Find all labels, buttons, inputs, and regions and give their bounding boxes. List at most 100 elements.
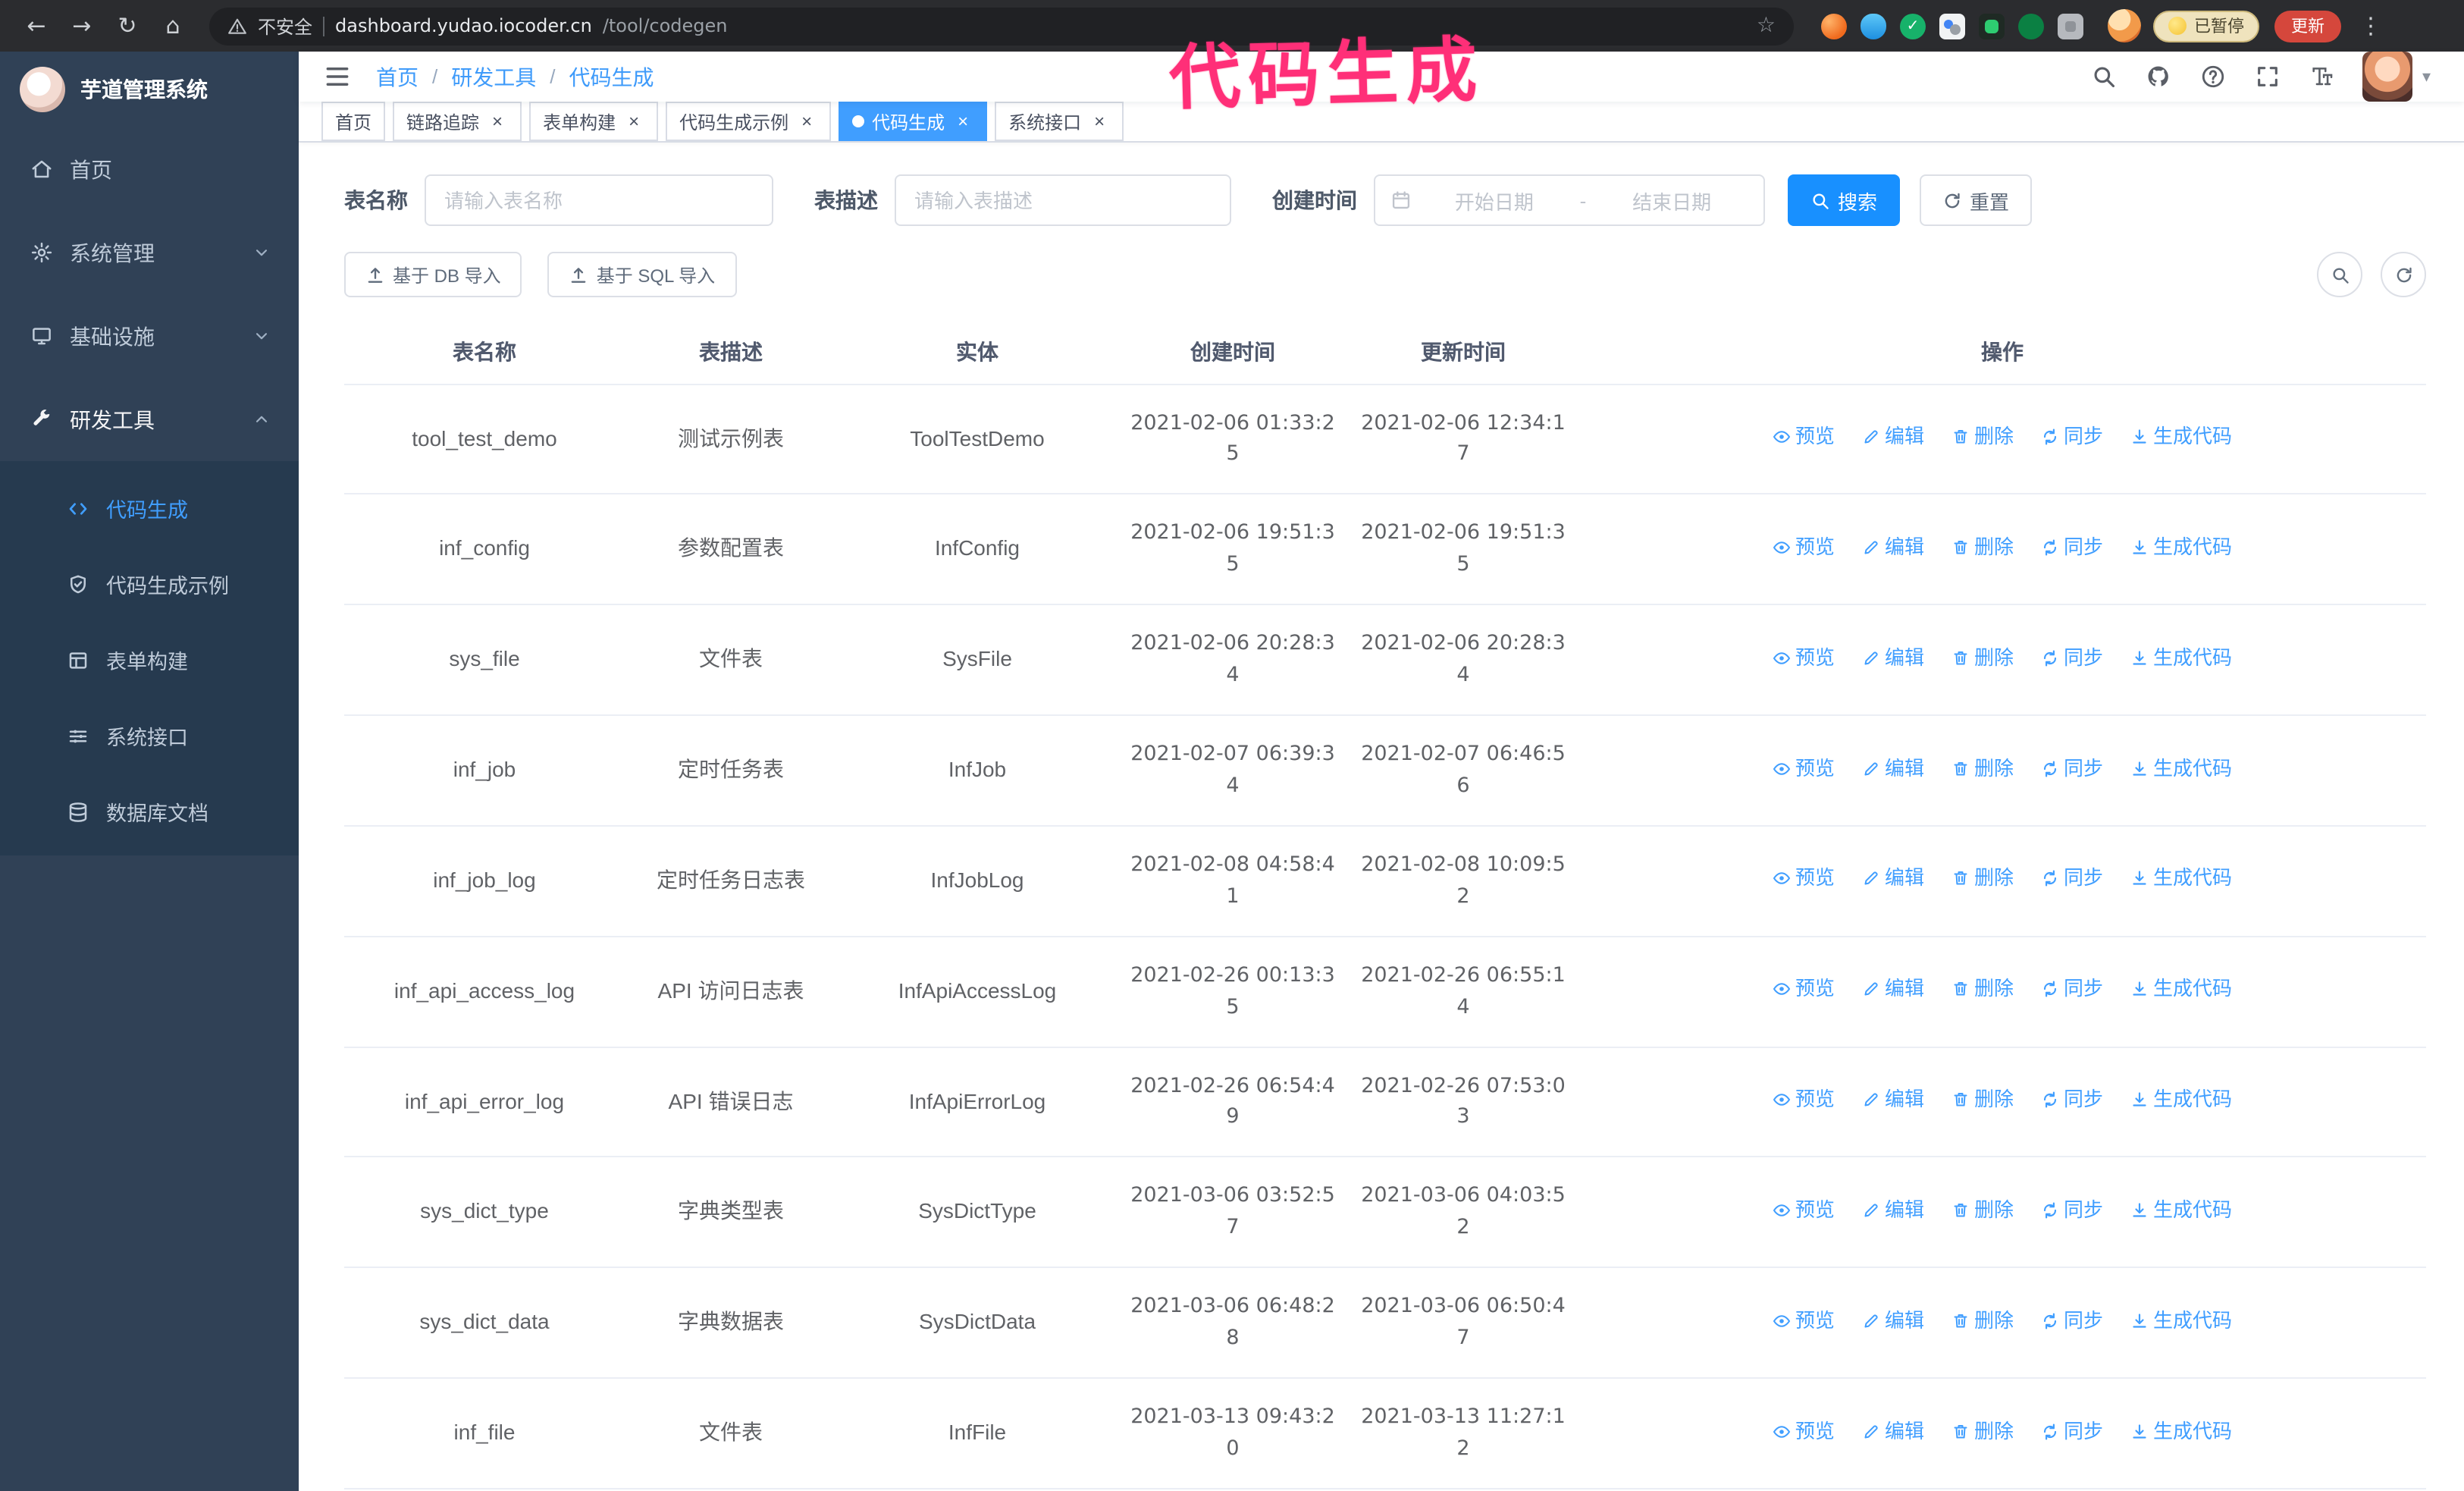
action-edit-link[interactable]: 编辑 [1862,864,1924,894]
create-time-range-picker[interactable]: 开始日期 - 结束日期 [1374,174,1765,226]
close-icon[interactable]: × [796,111,817,132]
people-extension-icon[interactable] [1939,13,1965,39]
search-icon[interactable] [2092,64,2118,89]
browser-forward-button[interactable]: → [61,5,103,47]
app-logo[interactable]: 芋道管理系统 [0,52,299,127]
action-sync-link[interactable]: 同步 [2041,1416,2103,1446]
action-sync-link[interactable]: 同步 [2041,753,2103,783]
action-edit-link[interactable]: 编辑 [1862,1085,1924,1115]
action-eye-link[interactable]: 预览 [1773,864,1835,894]
action-download-link[interactable]: 生成代码 [2130,1416,2232,1446]
breadcrumb-item[interactable]: 研发工具 [451,61,536,92]
sidebar-subitem-codegen-example[interactable]: 代码生成示例 [0,546,299,622]
action-download-link[interactable]: 生成代码 [2130,1306,2232,1336]
action-edit-link[interactable]: 编辑 [1862,422,1924,452]
action-download-link[interactable]: 生成代码 [2130,975,2232,1005]
browser-back-button[interactable]: ← [15,5,58,47]
sidebar-subitem-system-api[interactable]: 系统接口 [0,698,299,774]
action-eye-link[interactable]: 预览 [1773,1416,1835,1446]
action-download-link[interactable]: 生成代码 [2130,753,2232,783]
hamburger-icon[interactable] [323,62,352,91]
fox-extension-icon[interactable] [1821,13,1847,39]
breadcrumb-item[interactable]: 代码生成 [569,61,654,92]
search-button[interactable]: 搜索 [1788,174,1901,226]
drop-extension-icon[interactable] [1861,13,1886,39]
action-edit-link[interactable]: 编辑 [1862,1416,1924,1446]
action-download-link[interactable]: 生成代码 [2130,864,2232,894]
fullscreen-icon[interactable] [2256,64,2281,89]
action-edit-link[interactable]: 编辑 [1862,1195,1924,1226]
action-eye-link[interactable]: 预览 [1773,532,1835,563]
action-eye-link[interactable]: 预览 [1773,1195,1835,1226]
browser-menu-icon[interactable]: ⋮ [2353,12,2388,39]
import-db-button[interactable]: 基于 DB 导入 [344,252,522,297]
browser-home-button[interactable]: ⌂ [152,5,194,47]
close-icon[interactable]: × [1089,111,1110,132]
user-menu[interactable]: ▾ [2362,52,2431,102]
action-download-link[interactable]: 生成代码 [2130,532,2232,563]
github-icon[interactable] [2146,64,2172,89]
action-download-link[interactable]: 生成代码 [2130,642,2232,673]
sidebar-item-infra[interactable]: 基础设施 [0,294,299,378]
action-trash-link[interactable]: 删除 [1951,1306,2014,1336]
action-edit-link[interactable]: 编辑 [1862,642,1924,673]
action-trash-link[interactable]: 删除 [1951,1085,2014,1115]
action-sync-link[interactable]: 同步 [2041,864,2103,894]
bookmark-star-icon[interactable]: ☆ [1757,14,1776,38]
action-download-link[interactable]: 生成代码 [2130,422,2232,452]
close-icon[interactable]: × [623,111,644,132]
action-edit-link[interactable]: 编辑 [1862,1306,1924,1336]
action-download-link[interactable]: 生成代码 [2130,1195,2232,1226]
browser-reload-button[interactable]: ↻ [106,5,149,47]
action-eye-link[interactable]: 预览 [1773,753,1835,783]
import-sql-button[interactable]: 基于 SQL 导入 [547,252,737,297]
action-trash-link[interactable]: 删除 [1951,1195,2014,1226]
action-download-link[interactable]: 生成代码 [2130,1085,2232,1115]
address-bar[interactable]: 不安全 dashboard.yudao.iocoder.cn/tool/code… [209,7,1794,45]
action-sync-link[interactable]: 同步 [2041,975,2103,1005]
action-sync-link[interactable]: 同步 [2041,1195,2103,1226]
close-icon[interactable]: × [487,111,508,132]
browser-profile-avatar[interactable] [2108,9,2141,42]
action-eye-link[interactable]: 预览 [1773,422,1835,452]
sidebar-subitem-codegen[interactable]: 代码生成 [0,470,299,546]
check-extension-icon[interactable] [1900,13,1926,39]
refresh-table-button[interactable] [2381,252,2426,297]
tab-item[interactable]: 代码生成示例 × [666,102,832,141]
action-edit-link[interactable]: 编辑 [1862,532,1924,563]
action-sync-link[interactable]: 同步 [2041,532,2103,563]
action-edit-link[interactable]: 编辑 [1862,975,1924,1005]
table-desc-input[interactable] [895,174,1231,226]
action-eye-link[interactable]: 预览 [1773,975,1835,1005]
tab-item[interactable]: 首页 [321,102,386,141]
action-trash-link[interactable]: 删除 [1951,864,2014,894]
puzzle-extension-icon[interactable] [2058,13,2083,39]
tab-item[interactable]: 链路追踪 × [393,102,522,141]
action-trash-link[interactable]: 删除 [1951,642,2014,673]
action-trash-link[interactable]: 删除 [1951,422,2014,452]
question-icon[interactable] [2201,64,2227,89]
security-label[interactable]: 不安全 [258,13,312,39]
tab-item[interactable]: 系统接口 × [995,102,1124,141]
sidebar-item-home[interactable]: 首页 [0,127,299,211]
tab-item[interactable]: 表单构建 × [529,102,659,141]
action-trash-link[interactable]: 删除 [1951,532,2014,563]
table-name-input[interactable] [425,174,773,226]
action-sync-link[interactable]: 同步 [2041,1085,2103,1115]
action-trash-link[interactable]: 删除 [1951,753,2014,783]
action-sync-link[interactable]: 同步 [2041,1306,2103,1336]
dark-extension-icon[interactable] [1979,13,2005,39]
fontsize-icon[interactable] [2310,64,2336,89]
action-eye-link[interactable]: 预览 [1773,1306,1835,1336]
sidebar-subitem-form-builder[interactable]: 表单构建 [0,622,299,698]
action-eye-link[interactable]: 预览 [1773,642,1835,673]
sidebar-item-system[interactable]: 系统管理 [0,211,299,294]
close-icon[interactable]: × [952,111,973,132]
action-sync-link[interactable]: 同步 [2041,422,2103,452]
breadcrumb-item[interactable]: 首页 [376,61,419,92]
action-trash-link[interactable]: 删除 [1951,1416,2014,1446]
toggle-search-button[interactable] [2317,252,2362,297]
paused-badge[interactable]: 已暂停 [2153,10,2259,42]
sidebar-item-devtools[interactable]: 研发工具 [0,378,299,461]
action-edit-link[interactable]: 编辑 [1862,753,1924,783]
